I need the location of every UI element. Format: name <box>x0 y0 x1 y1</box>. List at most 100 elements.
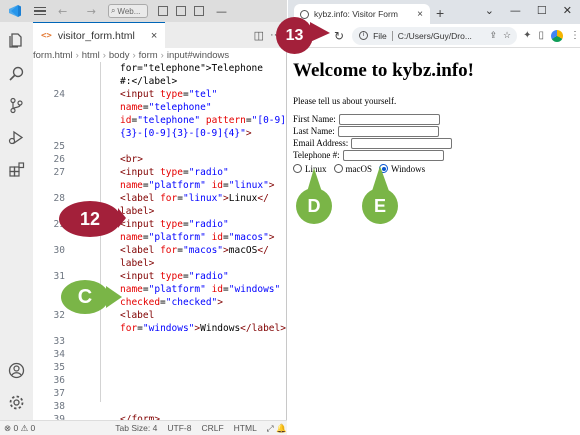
breadcrumb: form.html › html › body › form › input#w… <box>33 48 287 62</box>
callout-13: 13 <box>276 17 313 54</box>
last-name-input[interactable] <box>337 125 439 137</box>
email-input[interactable] <box>351 137 453 149</box>
toggle-secondary-sidebar-icon[interactable] <box>193 6 204 16</box>
encoding-indicator[interactable]: UTF-8 <box>167 423 191 433</box>
minimize-button[interactable]: — <box>216 5 227 18</box>
tab-visitor-form[interactable]: <> visitor_form.html × <box>33 22 166 48</box>
notifications-icon[interactable]: ⤢ 🔔 <box>267 423 287 434</box>
code-token: id <box>211 232 224 243</box>
close-tab-icon[interactable]: × <box>417 9 423 20</box>
code-text: name="platform" id="macos"> <box>120 231 275 244</box>
run-debug-icon[interactable] <box>8 129 25 146</box>
windows-label[interactable]: Windows <box>391 164 425 174</box>
email-row: Email Address: <box>293 137 580 149</box>
code-token: #:</label> <box>120 76 178 87</box>
close-window-button[interactable]: ✕ <box>563 4 572 17</box>
line-number: 28 <box>53 193 65 204</box>
breadcrumb-item[interactable]: form <box>139 50 158 61</box>
macos-label[interactable]: macOS <box>346 164 373 174</box>
new-tab-button[interactable]: + <box>436 5 444 21</box>
browser-menu-icon[interactable]: ⋮ <box>570 30 580 41</box>
code-token: type <box>160 167 183 178</box>
close-tab-icon[interactable]: × <box>151 30 157 42</box>
tab-size-indicator[interactable]: Tab Size: 4 <box>115 423 157 433</box>
search-icon: ⌕ <box>110 6 116 15</box>
share-icon[interactable]: ⇪ <box>489 30 497 41</box>
code-text: {3}-[0-9]{3}-[0-9]{4}"> <box>120 127 252 140</box>
breadcrumb-item[interactable]: html <box>82 50 100 61</box>
line-number: 34 <box>53 349 65 360</box>
code-token: name <box>120 232 143 243</box>
code-text: name="platform" id="linux"> <box>120 179 275 192</box>
vscode-titlebar: ← → ⌕ Web... — <box>0 0 287 22</box>
extensions-puzzle-icon[interactable]: ✦ <box>523 30 531 41</box>
breadcrumb-item[interactable]: form.html <box>33 50 73 61</box>
linux-radio[interactable] <box>293 164 302 173</box>
toggle-panel-icon[interactable] <box>175 6 186 16</box>
code-token: id <box>211 180 224 191</box>
code-text: <input type="tel" <box>120 88 217 101</box>
line-number: 38 <box>53 401 65 412</box>
account-icon[interactable] <box>8 362 25 379</box>
toggle-sidebar-icon[interactable] <box>157 6 168 16</box>
problems-indicator[interactable]: ⊗ 0 ⚠ 0 <box>4 423 35 434</box>
code-token: id <box>211 284 224 295</box>
browser-tab-title: kybz.info: Visitor Form <box>314 9 398 19</box>
code-text: #:</label> <box>120 75 177 88</box>
breadcrumb-item[interactable]: body <box>109 50 130 61</box>
info-icon[interactable]: i <box>359 31 369 40</box>
eol-indicator[interactable]: CRLF <box>201 423 223 433</box>
telephone-label: Telephone #: <box>293 150 340 160</box>
menu-icon[interactable] <box>34 6 46 16</box>
code-token: "telephone" <box>148 102 212 113</box>
command-search-input[interactable]: ⌕ Web... <box>107 4 148 18</box>
reload-icon[interactable]: ↻ <box>334 29 344 43</box>
address-actions: ⇪ ☆ <box>489 30 511 41</box>
language-indicator[interactable]: HTML <box>234 423 257 433</box>
minimize-button[interactable]: — <box>510 4 521 17</box>
explorer-icon[interactable] <box>8 32 25 49</box>
macos-radio[interactable] <box>333 164 343 173</box>
code-token: for <box>160 193 178 204</box>
profile-avatar[interactable] <box>551 29 563 42</box>
code-token: "tel" <box>188 89 218 100</box>
extensions-icon[interactable] <box>8 161 25 178</box>
windows-radio[interactable] <box>379 164 388 173</box>
chevron-right-icon: › <box>132 49 136 61</box>
code-text: label> <box>120 205 154 218</box>
telephone-input[interactable] <box>342 149 444 161</box>
breadcrumb-item[interactable]: input#windows <box>167 50 229 61</box>
first-name-input[interactable] <box>338 113 440 125</box>
search-icon[interactable] <box>8 65 25 82</box>
tab-search-icon[interactable]: ⌄ <box>485 4 494 17</box>
maximize-button[interactable]: ☐ <box>537 4 547 17</box>
code-token: for <box>120 323 138 334</box>
sidebar-icon[interactable]: ▯ <box>538 30 544 41</box>
code-token: label <box>120 258 149 269</box>
code-token: label <box>125 310 155 321</box>
browser-tab[interactable]: kybz.info: Visitor Form × <box>294 4 430 24</box>
code-token: "macos" <box>182 245 224 256</box>
bookmark-star-icon[interactable]: ☆ <box>503 30 511 41</box>
page-heading: Welcome to kybz.info! <box>293 60 475 81</box>
browser-toolbar: ↻ i File C:/Users/Guy/Dro... ⇪ ☆ ✦ ▯ ⋮ <box>288 24 580 48</box>
callout-12: 12 <box>59 201 121 237</box>
tab-label: visitor_form.html <box>57 29 135 42</box>
nav-arrows[interactable]: ← → <box>58 5 104 18</box>
code-token: "radio" <box>188 271 229 282</box>
callout-d: D <box>296 188 332 224</box>
settings-gear-icon[interactable] <box>8 394 25 411</box>
code-token: > <box>268 180 275 191</box>
linux-label[interactable]: Linux <box>305 164 327 174</box>
first-name-label: First Name: <box>293 114 336 124</box>
code-text: <input type="radio" <box>120 166 229 179</box>
split-editor-icon[interactable]: ◫ <box>254 29 264 42</box>
code-token: "windows" <box>142 323 195 334</box>
layout-controls <box>157 6 204 16</box>
source-control-icon[interactable] <box>8 97 25 114</box>
address-bar[interactable]: i File C:/Users/Guy/Dro... ⇪ ☆ <box>352 26 518 45</box>
code-token: Linux <box>228 193 258 204</box>
code-token: for="telephone">Telephone <box>120 63 263 74</box>
code-editor[interactable]: for="telephone">Telephone #:</label> 24 <in… <box>33 62 287 420</box>
callout-c: C <box>61 280 109 314</box>
